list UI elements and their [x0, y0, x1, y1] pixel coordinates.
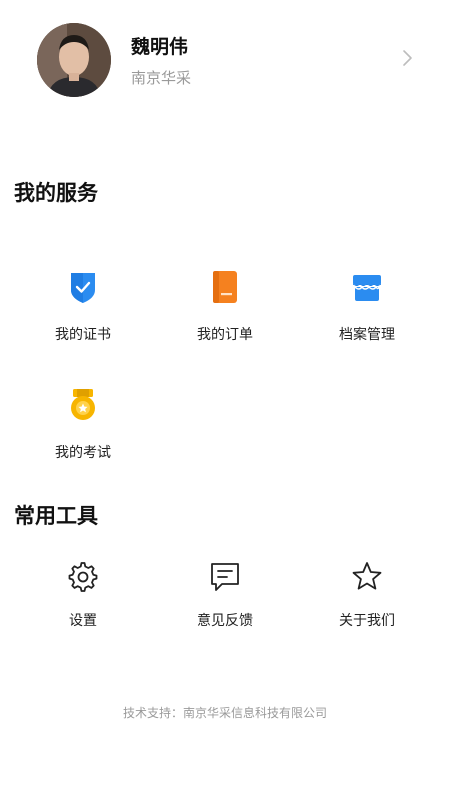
- tool-item-settings[interactable]: 设置: [8, 560, 158, 650]
- avatar-photo: [37, 23, 111, 97]
- chevron-right-icon[interactable]: [398, 47, 416, 69]
- feedback-message-icon: [209, 560, 241, 594]
- certificate-shield-icon: [67, 270, 99, 304]
- gear-icon: [67, 560, 99, 594]
- service-item-exam[interactable]: 我的考试: [8, 388, 158, 478]
- service-item-certificate[interactable]: 我的证书: [8, 270, 158, 360]
- exam-medal-icon: [67, 388, 99, 422]
- tool-item-label: 设置: [69, 613, 97, 629]
- tools-section-title: 常用工具: [14, 504, 98, 528]
- order-document-icon: [209, 270, 241, 304]
- service-item-label: 档案管理: [339, 327, 395, 343]
- avatar[interactable]: [37, 23, 111, 97]
- service-item-orders[interactable]: 我的订单: [150, 270, 300, 360]
- services-section-title: 我的服务: [14, 181, 98, 205]
- service-item-label: 我的证书: [55, 327, 111, 343]
- profile-name: 魏明伟: [131, 36, 189, 58]
- archive-store-icon: [351, 270, 383, 304]
- service-item-archive[interactable]: 档案管理: [292, 270, 442, 360]
- tool-item-label: 关于我们: [339, 613, 395, 629]
- profile-header[interactable]: 魏明伟 南京华采: [0, 0, 450, 120]
- service-item-label: 我的订单: [197, 327, 253, 343]
- star-icon: [351, 560, 383, 594]
- service-item-label: 我的考试: [55, 445, 111, 461]
- tech-support-footer: 技术支持：南京华采信息科技有限公司: [122, 706, 327, 720]
- tool-item-about[interactable]: 关于我们: [292, 560, 442, 650]
- profile-organization: 南京华采: [131, 69, 192, 87]
- tool-item-feedback[interactable]: 意见反馈: [150, 560, 300, 650]
- tool-item-label: 意见反馈: [197, 613, 253, 629]
